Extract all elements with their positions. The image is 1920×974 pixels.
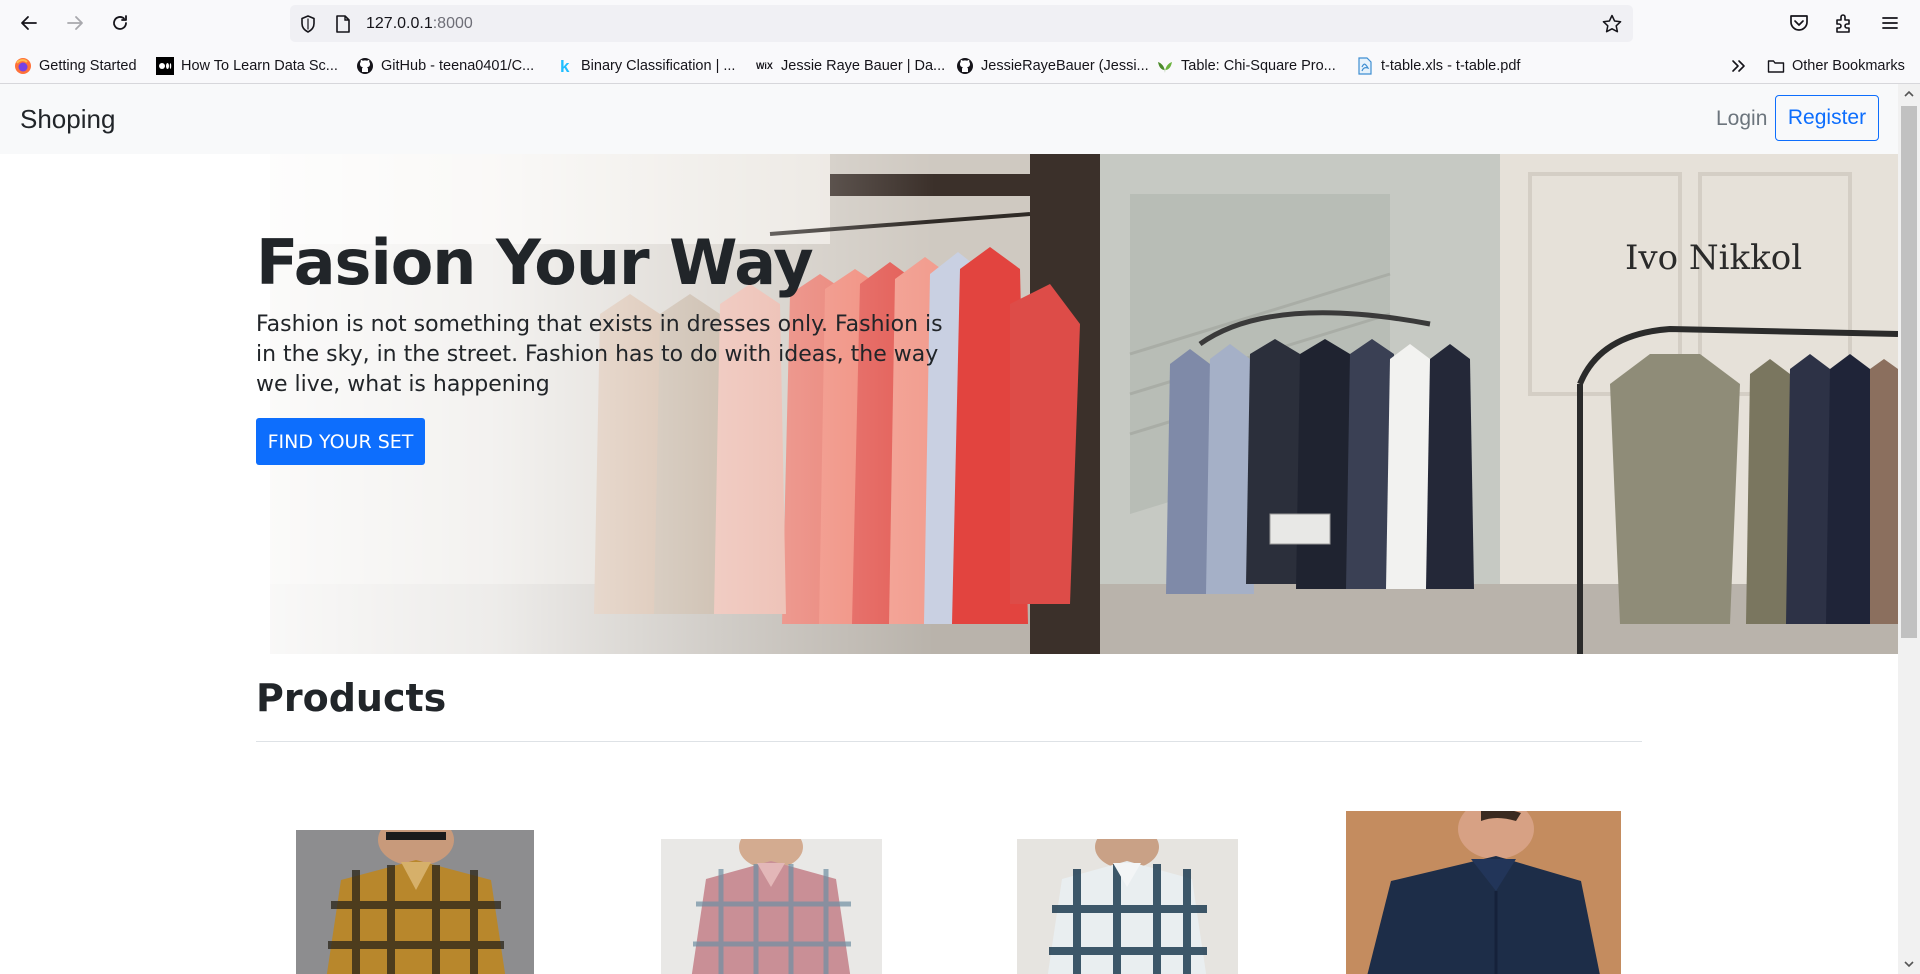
url-text[interactable]: 127.0.0.1:8000 [366, 15, 473, 33]
wix-icon: WiX [756, 57, 774, 75]
pdf-icon [1356, 57, 1374, 75]
register-button[interactable]: Register [1775, 95, 1879, 141]
kaggle-icon: k [556, 57, 574, 75]
product-image-blue-check-shirt[interactable] [1017, 839, 1238, 974]
forward-button[interactable] [62, 10, 88, 36]
product-image-pink-check-shirt[interactable] [661, 839, 882, 974]
bookmark-jessierayebauer-github[interactable]: JessieRayeBauer (Jessi... [956, 56, 1149, 76]
reload-icon [113, 15, 127, 30]
medium-icon [156, 57, 174, 75]
site-brand[interactable]: Shoping [20, 104, 115, 135]
products-heading: Products [256, 676, 447, 720]
bookmarks-overflow-button[interactable] [1730, 56, 1748, 76]
back-button[interactable] [16, 10, 42, 36]
scrollbar-thumb[interactable] [1901, 106, 1917, 638]
bookmark-label: How To Learn Data Sc... [181, 58, 338, 74]
github-icon [356, 57, 374, 75]
bookmark-getting-started[interactable]: Getting Started [14, 56, 137, 76]
browser-toolbar: 127.0.0.1:8000 [0, 0, 1920, 47]
bookmark-label: t-table.xls - t-table.pdf [1381, 58, 1521, 74]
bookmark-label: JessieRayeBauer (Jessi... [981, 58, 1149, 74]
pocket-icon[interactable] [1787, 11, 1811, 35]
vertical-scrollbar[interactable] [1898, 84, 1920, 974]
bookmark-github-teena[interactable]: GitHub - teena0401/C... [356, 56, 534, 76]
chevron-double-right-icon [1732, 60, 1745, 72]
hero-description: Fashion is not something that exists in … [256, 312, 943, 397]
url-port: :8000 [432, 15, 473, 32]
bookmark-label: GitHub - teena0401/C... [381, 58, 535, 74]
bookmark-binary-classification[interactable]: k Binary Classification | ... [556, 56, 735, 76]
firefox-icon [14, 57, 32, 75]
store-sign: Ivo Nikkol [1625, 238, 1802, 278]
reload-button[interactable] [107, 10, 133, 36]
leaf-icon [1156, 57, 1174, 75]
folder-icon [1767, 57, 1785, 75]
star-icon[interactable] [1601, 13, 1623, 35]
svg-text:WiX: WiX [756, 61, 773, 71]
bookmark-learn-data-science[interactable]: How To Learn Data Sc... [156, 56, 338, 76]
hamburger-menu-icon[interactable] [1878, 11, 1902, 35]
bookmark-label: Table: Chi-Square Pro... [1181, 58, 1336, 74]
bookmark-label: Getting Started [39, 58, 137, 74]
github-icon [956, 57, 974, 75]
arrow-right-icon [67, 16, 83, 30]
bookmarks-toolbar: Getting Started How To Learn Data Sc... … [0, 47, 1920, 84]
bookmark-chi-square[interactable]: Table: Chi-Square Pro... [1156, 56, 1336, 76]
bookmark-label: Binary Classification | ... [581, 58, 736, 74]
hero-section: Ivo Nikkol Fasion Your Way Fashion is no… [0, 154, 1898, 654]
bookmark-t-table[interactable]: t-table.xls - t-table.pdf [1356, 56, 1520, 76]
arrow-left-icon [21, 16, 37, 30]
shield-icon[interactable] [298, 14, 318, 34]
bookmark-jessie-raye-bauer[interactable]: WiX Jessie Raye Bauer | Da... [756, 56, 945, 76]
address-bar[interactable]: 127.0.0.1:8000 [290, 5, 1633, 42]
bookmark-label: Jessie Raye Bauer | Da... [781, 58, 946, 74]
products-divider [256, 741, 1642, 742]
product-image-mustard-check-shirt[interactable] [296, 830, 534, 974]
login-link[interactable]: Login [1716, 107, 1767, 131]
other-bookmarks-folder[interactable]: Other Bookmarks [1767, 56, 1905, 76]
page-icon[interactable] [334, 14, 352, 34]
product-image-navy-shirt[interactable] [1346, 811, 1621, 974]
other-bookmarks-label: Other Bookmarks [1792, 58, 1905, 74]
scroll-up-arrow-icon[interactable] [1903, 88, 1915, 100]
scroll-down-arrow-icon[interactable] [1903, 958, 1915, 970]
hero-title: Fasion Your Way [256, 226, 814, 299]
svg-text:k: k [560, 57, 570, 75]
extensions-icon[interactable] [1832, 11, 1856, 35]
find-your-set-button[interactable]: FIND YOUR SET [256, 418, 425, 465]
site-navbar: Shoping Login Register [0, 84, 1898, 154]
url-host: 127.0.0.1 [366, 15, 433, 32]
page-viewport: Shoping Login Register Ivo Nikkol Fasion… [0, 84, 1898, 974]
